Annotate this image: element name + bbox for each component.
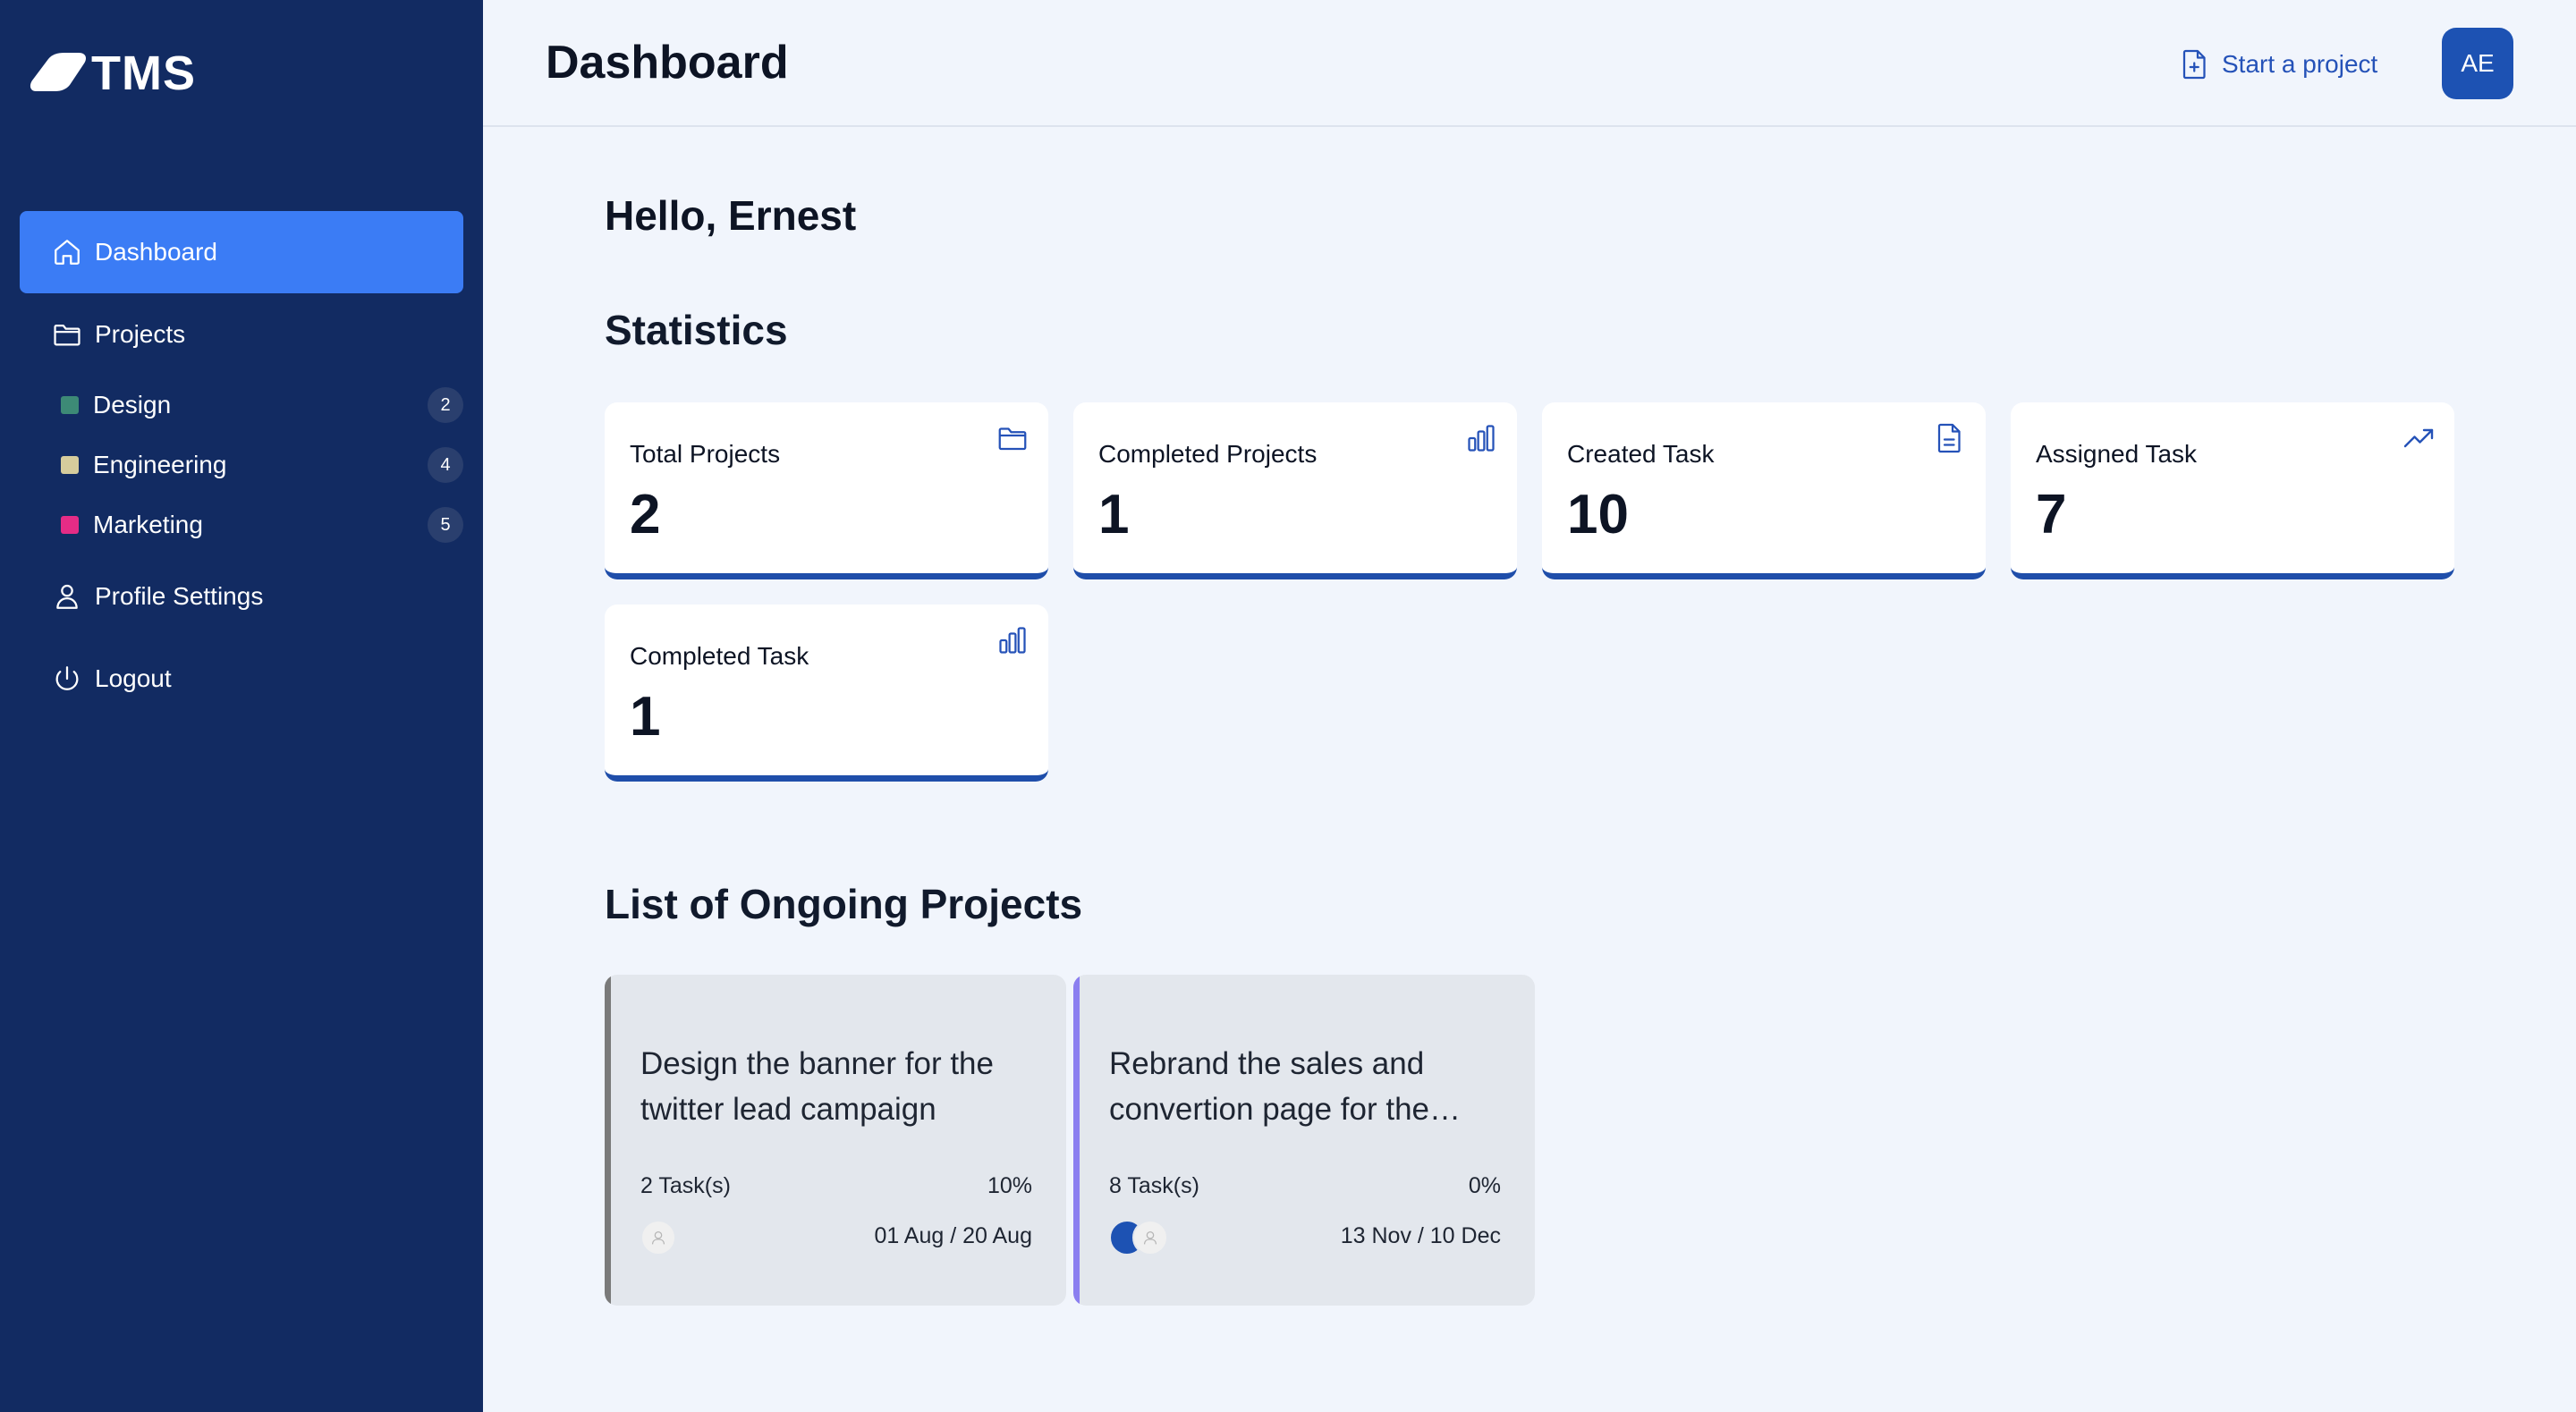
stat-card-assigned-task: Assigned Task 7 bbox=[2011, 402, 2454, 579]
project-label: Design bbox=[93, 391, 172, 419]
folder-icon bbox=[54, 324, 80, 346]
sidebar-project-marketing[interactable]: Marketing 5 bbox=[61, 500, 463, 550]
project-count-badge: 5 bbox=[428, 507, 463, 543]
new-document-icon bbox=[2182, 49, 2206, 80]
stat-label: Completed Task bbox=[630, 642, 809, 670]
project-progress: 10% bbox=[987, 1173, 1032, 1198]
top-header: Dashboard Start a project AE bbox=[483, 0, 2576, 127]
avatar bbox=[1132, 1220, 1168, 1256]
stat-label: Assigned Task bbox=[2036, 440, 2198, 468]
project-task-count: 8 Task(s) bbox=[1109, 1173, 1199, 1198]
stat-value: 1 bbox=[630, 686, 661, 748]
folder-icon bbox=[998, 427, 1027, 451]
project-members bbox=[1109, 1220, 1168, 1256]
project-color-dot bbox=[61, 516, 79, 534]
sidebar-item-label: Profile Settings bbox=[95, 582, 264, 610]
project-count-badge: 4 bbox=[428, 447, 463, 483]
stat-value: 1 bbox=[1098, 484, 1130, 545]
project-card[interactable]: Rebrand the sales and convertion page fo… bbox=[1073, 975, 1535, 1306]
ongoing-projects-title: List of Ongoing Projects bbox=[605, 881, 1083, 927]
greeting: Hello, Ernest bbox=[605, 192, 857, 239]
sidebar-item-logout[interactable]: Logout bbox=[20, 638, 463, 720]
stat-label: Total Projects bbox=[630, 440, 781, 468]
home-icon bbox=[55, 240, 80, 265]
power-icon bbox=[55, 666, 79, 690]
sidebar-project-engineering[interactable]: Engineering 4 bbox=[61, 440, 463, 490]
project-progress: 0% bbox=[1468, 1173, 1501, 1198]
stat-card-total-projects: Total Projects 2 bbox=[605, 402, 1048, 579]
sidebar-item-projects[interactable]: Projects bbox=[20, 293, 463, 376]
project-members bbox=[640, 1220, 676, 1256]
sidebar-project-design[interactable]: Design 2 bbox=[61, 380, 463, 430]
document-icon bbox=[1937, 423, 1961, 453]
project-card[interactable]: Design the banner for the twitter lead c… bbox=[605, 975, 1066, 1306]
placeholder-avatar-icon bbox=[1143, 1230, 1157, 1245]
stat-label: Completed Projects bbox=[1098, 440, 1318, 468]
sidebar-item-label: Projects bbox=[95, 320, 186, 348]
stat-value: 7 bbox=[2036, 484, 2067, 545]
user-icon bbox=[56, 584, 78, 609]
cloud-logo-icon bbox=[30, 53, 86, 91]
stat-card-completed-projects: Completed Projects 1 bbox=[1073, 402, 1517, 579]
avatar bbox=[640, 1220, 676, 1256]
logo-text: TMS bbox=[91, 47, 196, 100]
stat-value: 2 bbox=[630, 484, 661, 545]
sidebar-item-label: Logout bbox=[95, 664, 172, 692]
project-label: Engineering bbox=[93, 451, 227, 478]
sidebar-item-dashboard[interactable]: Dashboard bbox=[20, 211, 463, 293]
start-project-label: Start a project bbox=[2222, 50, 2378, 78]
trending-up-icon bbox=[2403, 428, 2434, 448]
stat-label: Created Task bbox=[1567, 440, 1715, 468]
project-dates: 01 Aug / 20 Aug bbox=[874, 1223, 1032, 1248]
logo[interactable]: TMS bbox=[29, 47, 196, 100]
stat-value: 10 bbox=[1567, 484, 1629, 545]
project-title: Design the banner for the twitter lead c… bbox=[640, 1046, 994, 1127]
sidebar-item-profile-settings[interactable]: Profile Settings bbox=[20, 555, 463, 638]
user-avatar[interactable]: AE bbox=[2442, 28, 2513, 99]
bar-chart-icon bbox=[999, 627, 1026, 654]
project-color-dot bbox=[61, 456, 79, 474]
sidebar: TMS Dashboard Projects Design 2 Engineer… bbox=[0, 0, 483, 1412]
statistics-title: Statistics bbox=[605, 307, 788, 353]
project-color-dot bbox=[61, 396, 79, 414]
page-title: Dashboard bbox=[546, 37, 789, 89]
project-label: Marketing bbox=[93, 511, 203, 538]
start-project-button[interactable]: Start a project bbox=[2181, 45, 2377, 84]
project-accent-bar bbox=[605, 975, 611, 1306]
project-task-count: 2 Task(s) bbox=[640, 1173, 731, 1198]
project-count-badge: 2 bbox=[428, 387, 463, 423]
project-dates: 13 Nov / 10 Dec bbox=[1340, 1223, 1501, 1248]
stat-card-completed-task: Completed Task 1 bbox=[605, 605, 1048, 782]
project-title: Rebrand the sales and convertion page fo… bbox=[1109, 1046, 1462, 1127]
stat-card-created-task: Created Task 10 bbox=[1542, 402, 1986, 579]
bar-chart-icon bbox=[1468, 425, 1495, 452]
app-root: TMS Dashboard Projects Design 2 Engineer… bbox=[0, 0, 2576, 1412]
project-accent-bar bbox=[1073, 975, 1080, 1306]
placeholder-avatar-icon bbox=[651, 1230, 665, 1245]
sidebar-item-label: Dashboard bbox=[95, 238, 217, 266]
